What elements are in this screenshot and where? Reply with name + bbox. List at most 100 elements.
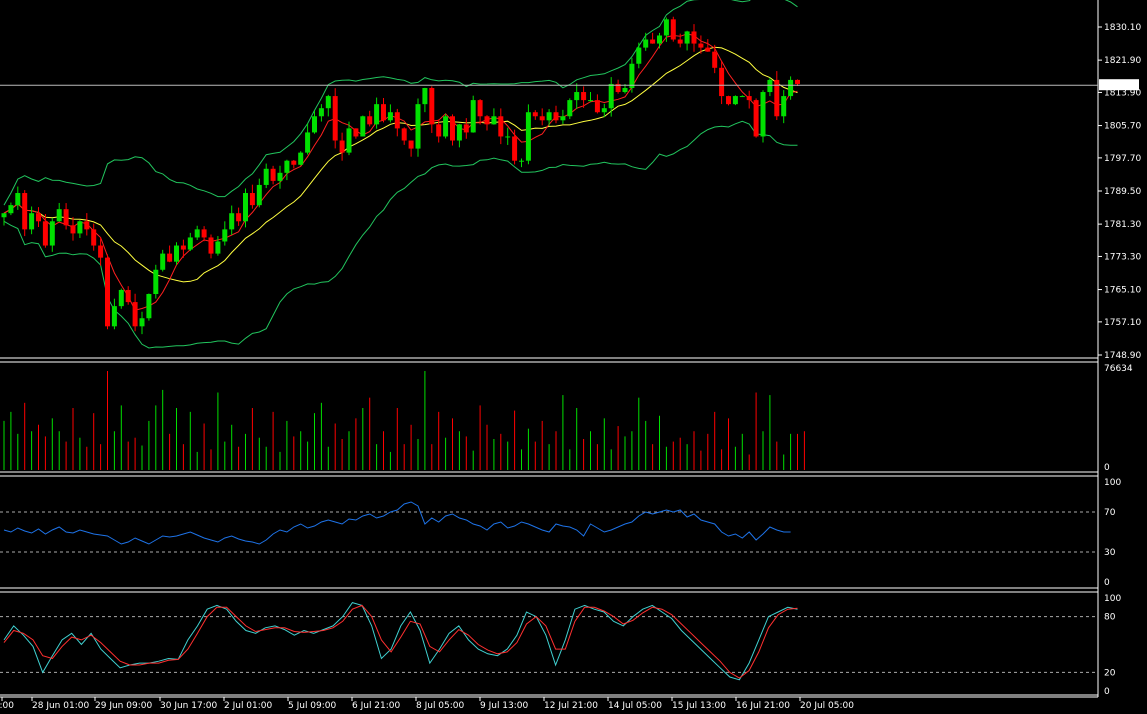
candle[interactable] [229, 205, 235, 236]
candle[interactable] [243, 188, 248, 228]
candle[interactable] [374, 97, 380, 129]
candle[interactable] [505, 127, 511, 145]
candle[interactable] [153, 264, 159, 299]
stochastic-main-line[interactable] [3, 602, 798, 681]
candle[interactable] [325, 94, 331, 117]
candle[interactable] [408, 140, 414, 157]
candle[interactable] [415, 98, 421, 157]
candle[interactable] [353, 128, 359, 139]
candle[interactable] [732, 95, 738, 106]
candle[interactable] [291, 160, 297, 169]
candle[interactable] [284, 159, 290, 181]
candle[interactable] [498, 108, 504, 145]
candle[interactable] [553, 105, 559, 124]
candle[interactable] [650, 32, 656, 44]
candle[interactable] [56, 202, 62, 222]
candle[interactable] [180, 239, 186, 258]
candle[interactable] [546, 109, 552, 126]
candle[interactable] [657, 32, 662, 49]
candle[interactable] [643, 32, 649, 51]
candle[interactable] [8, 202, 14, 216]
candle[interactable] [194, 225, 200, 240]
stochastic-panel[interactable] [0, 602, 1098, 681]
candle[interactable] [305, 123, 311, 155]
candle[interactable] [525, 104, 531, 165]
candle[interactable] [105, 254, 110, 330]
candle[interactable] [456, 123, 462, 148]
candle[interactable] [470, 95, 476, 133]
candle[interactable] [77, 220, 83, 238]
candle[interactable] [726, 95, 731, 106]
candle[interactable] [367, 110, 373, 127]
candle[interactable] [629, 57, 635, 93]
candle[interactable] [746, 90, 752, 109]
candle[interactable] [118, 288, 124, 309]
candle[interactable] [36, 207, 41, 227]
candle[interactable] [49, 217, 55, 252]
candle[interactable] [1, 213, 7, 226]
candle[interactable] [160, 249, 166, 272]
candle[interactable] [22, 190, 28, 237]
candle[interactable] [712, 44, 718, 74]
rsi-panel[interactable] [0, 501, 1098, 553]
candle[interactable] [588, 91, 593, 102]
candle[interactable] [201, 226, 207, 242]
candle[interactable] [429, 86, 435, 133]
candle[interactable] [684, 30, 690, 51]
candle[interactable] [222, 221, 228, 246]
candle[interactable] [519, 158, 524, 168]
candle[interactable] [594, 94, 600, 114]
candle[interactable] [298, 151, 304, 166]
candle[interactable] [125, 286, 131, 305]
candle[interactable] [719, 61, 725, 105]
candle[interactable] [608, 77, 614, 117]
candle[interactable] [532, 110, 538, 120]
candle[interactable] [132, 293, 138, 332]
candle[interactable] [760, 90, 766, 143]
candle[interactable] [636, 42, 642, 69]
candle[interactable] [463, 118, 469, 139]
candle[interactable] [236, 207, 242, 226]
candle[interactable] [111, 298, 117, 330]
candle[interactable] [512, 129, 518, 165]
candle[interactable] [394, 108, 400, 137]
candle[interactable] [167, 245, 173, 263]
candle[interactable] [381, 98, 386, 123]
rsi-line[interactable] [3, 501, 791, 545]
candle[interactable] [360, 115, 366, 137]
candle[interactable] [705, 39, 711, 52]
candle[interactable] [753, 98, 759, 138]
candle[interactable] [187, 232, 193, 252]
candle[interactable] [70, 217, 76, 241]
candle[interactable] [339, 132, 345, 161]
candle[interactable] [774, 71, 780, 121]
candle[interactable] [249, 184, 255, 209]
candle[interactable] [491, 108, 497, 125]
candle[interactable] [691, 24, 697, 52]
candle[interactable] [174, 242, 179, 265]
candle[interactable] [91, 223, 97, 251]
candle[interactable] [15, 186, 21, 210]
candle[interactable] [477, 99, 483, 125]
candle[interactable] [146, 293, 152, 321]
candle[interactable] [401, 127, 407, 145]
candle[interactable] [332, 88, 338, 149]
candle[interactable] [450, 114, 455, 146]
candle[interactable] [567, 98, 573, 120]
candle[interactable] [277, 165, 283, 189]
candle[interactable] [256, 178, 262, 208]
candle[interactable] [387, 104, 393, 123]
candle[interactable] [270, 165, 276, 185]
volume-panel[interactable] [3, 371, 805, 470]
candle[interactable] [560, 109, 566, 125]
trading-chart[interactable]: 1830.10 1821.90 1805.70 1797.70 1789.50 1781.… [0, 0, 1147, 714]
candle[interactable] [574, 83, 580, 109]
candle[interactable] [208, 234, 214, 259]
candle[interactable] [422, 87, 428, 113]
candle[interactable] [263, 163, 269, 189]
candle[interactable] [318, 104, 324, 122]
candle[interactable] [84, 213, 90, 236]
candle[interactable] [781, 90, 787, 124]
candle[interactable] [670, 16, 676, 42]
candle[interactable] [443, 113, 449, 139]
